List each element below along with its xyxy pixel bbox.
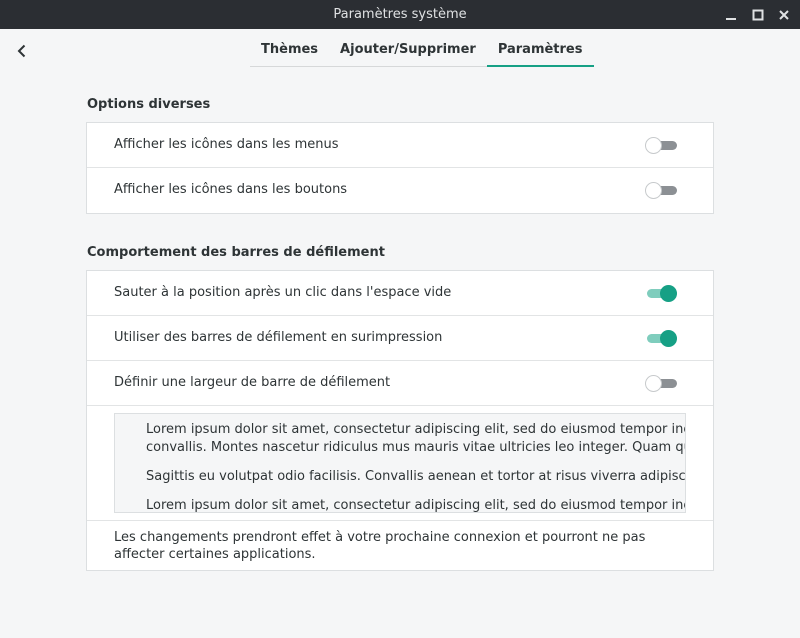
restart-note: Les changements prendront effet à votre … bbox=[114, 530, 646, 562]
preview-text-line: Lorem ipsum dolor sit amet, consectetur … bbox=[146, 498, 686, 513]
tab-settings[interactable]: Paramètres bbox=[486, 37, 594, 67]
scrollbar-options-list: Sauter à la position après un clic dans … bbox=[86, 270, 714, 571]
tab-themes[interactable]: Thèmes bbox=[250, 37, 329, 66]
window-titlebar: Paramètres système bbox=[0, 0, 800, 29]
preview-text-line: Lorem ipsum dolor sit amet, consectetur … bbox=[146, 422, 686, 437]
header-bar: Thèmes Ajouter/Supprimer Paramètres bbox=[0, 29, 800, 73]
show-button-icons-switch[interactable] bbox=[645, 182, 677, 199]
maximize-icon bbox=[752, 9, 764, 20]
tab-add-remove[interactable]: Ajouter/Supprimer bbox=[329, 37, 487, 66]
misc-options-list: Afficher les icônes dans les menus Affic… bbox=[86, 122, 714, 214]
preview-text-line: convallis. Montes nascetur ridiculus mus… bbox=[146, 440, 685, 455]
overlay-scrollbars-label: Utiliser des barres de défilement en sur… bbox=[114, 330, 443, 345]
chevron-left-icon bbox=[17, 44, 26, 58]
scroll-preview-row: Lorem ipsum dolor sit amet, consectetur … bbox=[87, 406, 713, 521]
show-button-icons-label: Afficher les icônes dans les boutons bbox=[114, 182, 348, 197]
jump-to-click-switch[interactable] bbox=[645, 285, 677, 302]
tab-bar: Thèmes Ajouter/Supprimer Paramètres bbox=[250, 37, 594, 67]
close-icon bbox=[779, 9, 789, 20]
list-item: Afficher les icônes dans les boutons bbox=[87, 168, 713, 213]
show-menu-icons-label: Afficher les icônes dans les menus bbox=[114, 137, 339, 152]
back-button[interactable] bbox=[10, 39, 34, 63]
minimize-button[interactable] bbox=[720, 0, 742, 29]
scrollbar-width-switch[interactable] bbox=[645, 375, 677, 392]
close-button[interactable] bbox=[773, 0, 795, 29]
maximize-button[interactable] bbox=[747, 0, 769, 29]
jump-to-click-label: Sauter à la position après un clic dans … bbox=[114, 285, 452, 300]
list-item: Sauter à la position après un clic dans … bbox=[87, 271, 713, 316]
preview-text-line: Sagittis eu volutpat odio facilisis. Con… bbox=[146, 469, 686, 484]
list-item: Afficher les icônes dans les menus bbox=[87, 123, 713, 168]
list-item: Définir une largeur de barre de défileme… bbox=[87, 361, 713, 406]
minimize-icon bbox=[726, 17, 736, 20]
window-title: Paramètres système bbox=[333, 7, 467, 22]
section-title-misc: Options diverses bbox=[87, 97, 211, 112]
show-menu-icons-switch[interactable] bbox=[645, 137, 677, 154]
section-title-scrollbars: Comportement des barres de défilement bbox=[87, 245, 385, 260]
scroll-preview-area[interactable]: Lorem ipsum dolor sit amet, consectetur … bbox=[114, 413, 686, 513]
overlay-scrollbars-switch[interactable] bbox=[645, 330, 677, 347]
list-item: Utiliser des barres de défilement en sur… bbox=[87, 316, 713, 361]
scrollbar-width-label: Définir une largeur de barre de défileme… bbox=[114, 375, 391, 390]
